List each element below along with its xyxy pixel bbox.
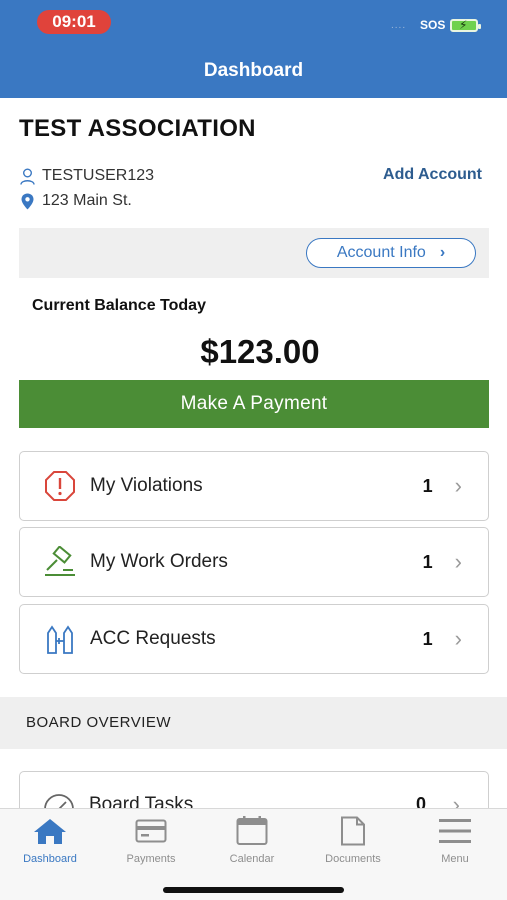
violations-card[interactable]: My Violations 1 ›	[19, 451, 489, 521]
home-icon	[32, 815, 68, 847]
user-icon	[19, 167, 35, 185]
card-label: ACC Requests	[90, 628, 216, 649]
tab-dashboard[interactable]: Dashboard	[0, 815, 100, 871]
sos-indicator: SOS	[420, 18, 446, 32]
board-overview-header: BOARD OVERVIEW	[0, 697, 507, 749]
work-orders-card[interactable]: My Work Orders 1 ›	[19, 527, 489, 597]
account-info-band: Account Info ›	[19, 228, 489, 278]
acc-requests-card[interactable]: ACC Requests 1 ›	[19, 604, 489, 674]
balance-value: $123.00	[200, 333, 320, 370]
card-count: 1	[422, 628, 433, 649]
tab-documents[interactable]: Documents	[303, 815, 403, 871]
address-row: 123 Main St.	[19, 190, 132, 212]
user-row: TESTUSER123	[19, 165, 154, 187]
tab-calendar[interactable]: Calendar	[202, 815, 302, 871]
board-overview-title: BOARD OVERVIEW	[26, 714, 172, 731]
card-label: My Work Orders	[90, 551, 228, 572]
tab-label: Documents	[325, 853, 381, 865]
balance-label: Current Balance Today	[32, 297, 206, 314]
credit-card-icon	[133, 815, 169, 847]
hamburger-menu-icon	[437, 815, 473, 847]
account-info-button[interactable]: Account Info ›	[306, 238, 476, 268]
top-bar: 09:01 .... SOS ⚡ Dashboard	[0, 0, 507, 98]
card-count: 1	[422, 551, 433, 572]
home-indicator	[163, 887, 344, 893]
card-count: 1	[422, 475, 433, 496]
hammer-icon	[42, 544, 78, 580]
signal-icon: ....	[391, 20, 407, 31]
acc-request-icon	[42, 621, 78, 657]
tab-label: Payments	[126, 853, 176, 865]
username-text: TESTUSER123	[42, 167, 155, 184]
battery-icon: ⚡	[450, 18, 481, 32]
tab-bar: Dashboard Payments Calendar Documents Me…	[0, 808, 507, 900]
address-text: 123 Main St.	[42, 192, 132, 209]
alert-octagon-icon	[42, 468, 78, 504]
page-title: Dashboard	[203, 60, 304, 81]
tab-payments[interactable]: Payments	[101, 815, 201, 871]
tab-menu[interactable]: Menu	[405, 815, 505, 871]
association-name: TEST ASSOCIATION	[19, 115, 256, 142]
make-payment-button[interactable]: Make A Payment	[19, 380, 489, 428]
tab-label: Dashboard	[23, 853, 77, 865]
status-time: 09:01	[37, 10, 111, 34]
location-pin-icon	[19, 192, 35, 210]
account-info-label: Account Info	[336, 244, 426, 261]
chevron-right-icon: ›	[454, 473, 462, 498]
chevron-right-icon: ›	[454, 549, 462, 574]
calendar-icon	[234, 815, 270, 847]
add-account-link[interactable]: Add Account	[383, 166, 482, 184]
card-label: My Violations	[90, 475, 203, 496]
tab-label: Calendar	[229, 853, 275, 865]
chevron-right-icon: ›	[454, 626, 462, 651]
chevron-right-icon: ›	[439, 244, 446, 261]
tab-label: Menu	[441, 853, 469, 865]
document-icon	[335, 815, 371, 847]
